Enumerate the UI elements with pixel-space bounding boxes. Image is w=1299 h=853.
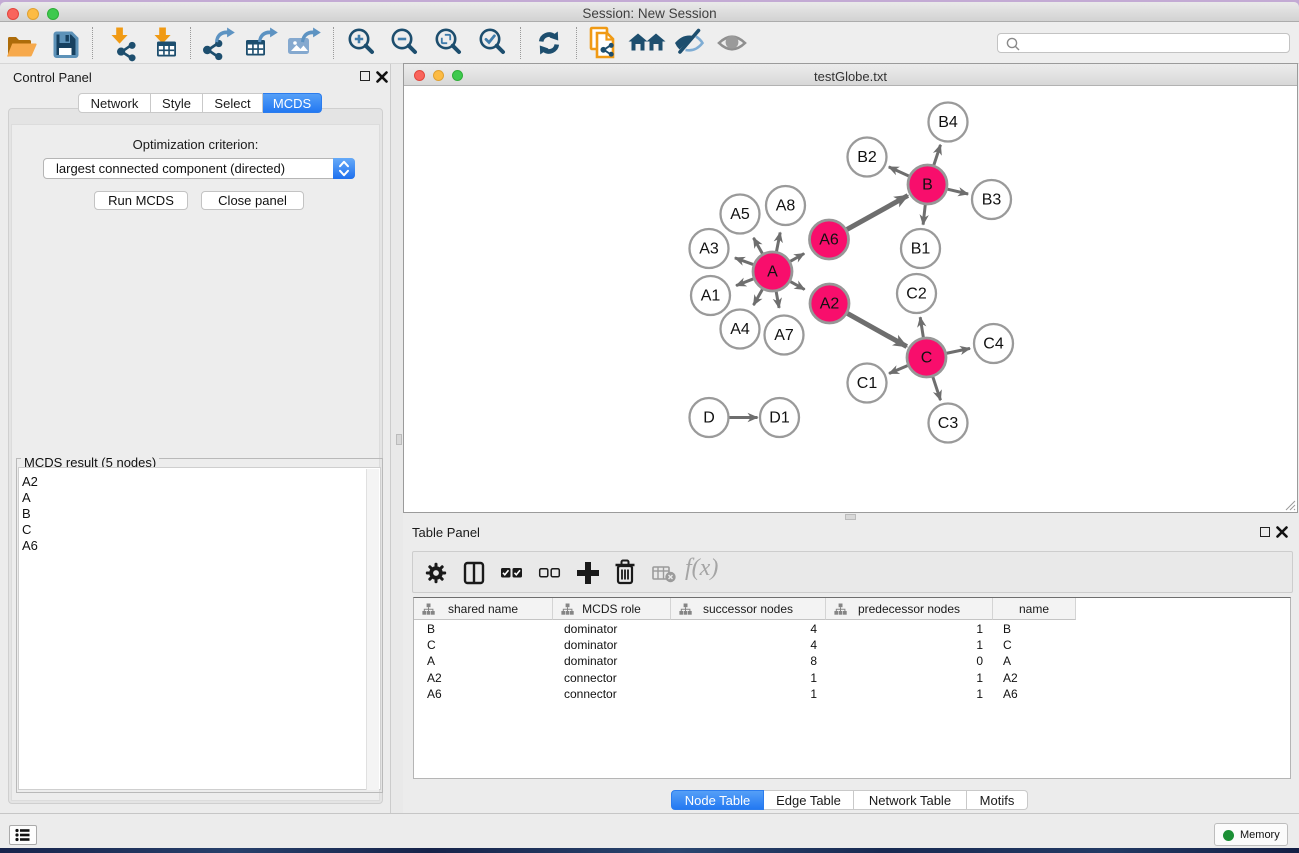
svg-text:C1: C1 xyxy=(857,375,878,392)
svg-text:C: C xyxy=(921,350,933,367)
svg-text:A6: A6 xyxy=(819,232,839,249)
svg-text:A3: A3 xyxy=(699,241,719,258)
svg-text:A1: A1 xyxy=(701,288,721,305)
svg-text:A8: A8 xyxy=(776,198,796,215)
svg-text:C4: C4 xyxy=(983,336,1004,353)
svg-text:B: B xyxy=(922,177,933,194)
svg-text:C2: C2 xyxy=(906,286,927,303)
svg-text:A2: A2 xyxy=(820,296,840,313)
svg-text:B3: B3 xyxy=(982,192,1002,209)
svg-text:A4: A4 xyxy=(730,321,750,338)
svg-text:C3: C3 xyxy=(938,415,959,432)
svg-text:B2: B2 xyxy=(857,149,877,166)
svg-text:B1: B1 xyxy=(911,241,931,258)
svg-text:D: D xyxy=(703,410,715,427)
svg-text:A5: A5 xyxy=(730,206,750,223)
svg-text:A: A xyxy=(767,264,778,281)
svg-text:A7: A7 xyxy=(774,327,794,344)
svg-text:D1: D1 xyxy=(769,410,790,427)
svg-text:B4: B4 xyxy=(938,114,958,131)
